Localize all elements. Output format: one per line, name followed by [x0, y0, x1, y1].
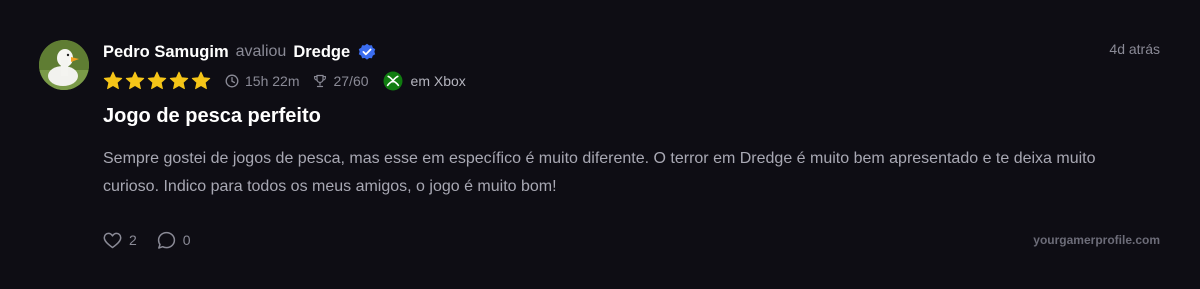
review-card: Pedro Samugim avaliou Dredge 4d atrás 15…	[0, 0, 1200, 289]
comment-button[interactable]: 0	[157, 231, 191, 250]
review-title: Jogo de pesca perfeito	[103, 105, 321, 127]
star-icon	[125, 71, 145, 89]
review-actions: 2 0	[103, 230, 191, 250]
playtime: 15h 22m	[225, 73, 299, 89]
star-icon	[191, 71, 211, 89]
star-rating	[103, 71, 211, 91]
review-body: Sempre gostei de jogos de pesca, mas ess…	[103, 150, 1096, 195]
star-icon	[103, 71, 123, 89]
playtime-value: 15h 22m	[245, 72, 300, 89]
review-header: Pedro Samugim avaliou Dredge	[103, 41, 376, 63]
like-count: 2	[129, 232, 137, 248]
clock-icon	[225, 74, 239, 87]
platform: em Xbox	[383, 71, 466, 91]
achievements: 27/60	[313, 72, 369, 89]
duck-avatar-image	[39, 40, 89, 90]
star-icon	[169, 71, 189, 89]
avatar[interactable]	[39, 40, 89, 90]
game-title[interactable]: Dredge	[293, 43, 350, 62]
verified-badge-icon	[358, 43, 376, 61]
comment-count: 0	[182, 232, 191, 248]
review-timestamp: 4d atrás	[1109, 41, 1160, 57]
comment-icon	[157, 231, 175, 249]
trophy-icon	[314, 74, 327, 87]
user-name[interactable]: Pedro Samugim	[103, 43, 229, 62]
site-credit[interactable]: yourgamerprofile.com	[1033, 233, 1160, 247]
star-icon	[147, 71, 167, 89]
like-button[interactable]: 2	[103, 232, 137, 249]
xbox-icon	[383, 71, 403, 90]
action-verb: avaliou	[235, 43, 287, 60]
platform-label: em Xbox	[410, 72, 466, 89]
heart-icon	[103, 232, 122, 248]
achievements-value: 27/60	[333, 72, 369, 89]
review-meta: 15h 22m 27/60 em Xbox	[103, 70, 466, 91]
